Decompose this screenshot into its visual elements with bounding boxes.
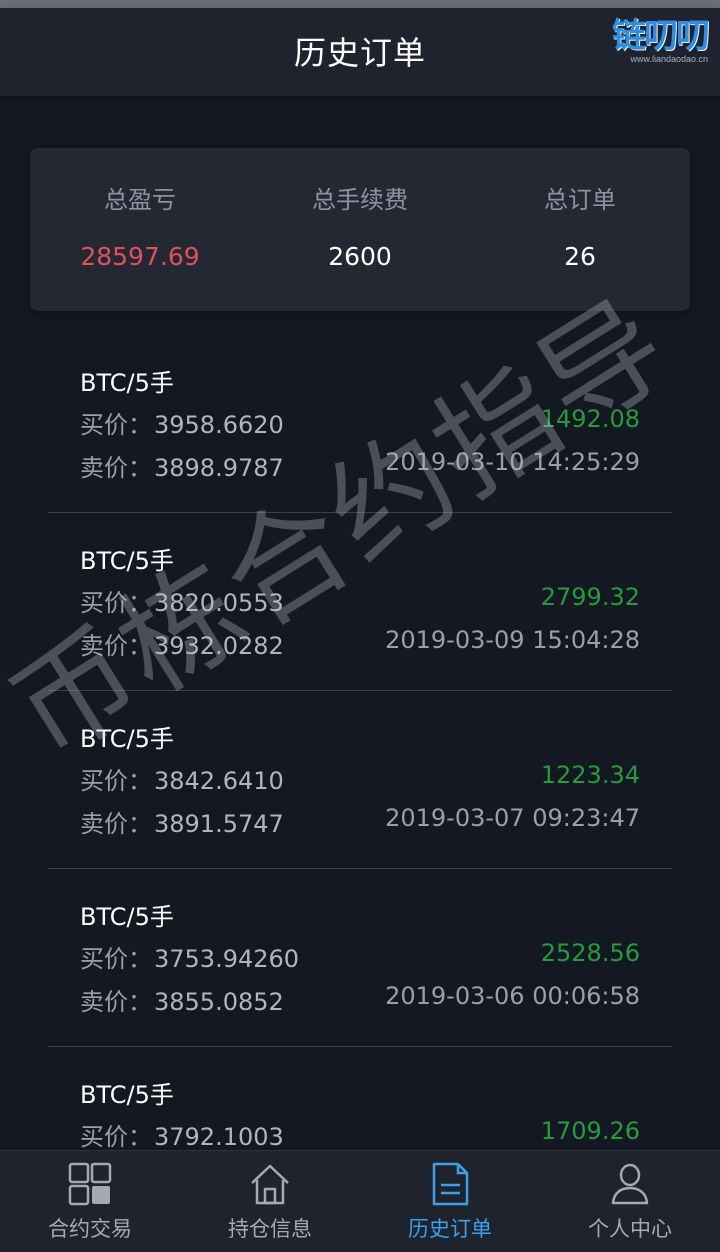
order-time: 2019-03-06 00:06:58 <box>385 982 640 1010</box>
order-buy-price: 买价：3792.1003 <box>80 1123 284 1151</box>
document-icon <box>432 1162 469 1206</box>
total-pnl-value: 28597.69 <box>80 242 200 271</box>
order-buy-price: 买价：3842.6410 <box>80 767 284 795</box>
app-header: 历史订单 链叨叨 www.liandaodao.cn <box>0 8 720 96</box>
order-time: 2019-03-10 14:25:29 <box>385 448 640 476</box>
order-buy-price: 买价：3958.6620 <box>80 411 284 439</box>
order-time: 2019-03-09 15:04:28 <box>385 626 640 654</box>
tab-profile[interactable]: 个人中心 <box>540 1151 720 1252</box>
total-pnl-label: 总盈亏 <box>104 186 176 214</box>
tab-contract-trade[interactable]: 合约交易 <box>0 1151 180 1252</box>
tab-label: 持仓信息 <box>228 1217 312 1241</box>
order-item[interactable]: BTC/5手 买价：3842.6410 卖价：3891.5747 1223.34… <box>48 691 672 869</box>
tab-positions[interactable]: 持仓信息 <box>180 1151 360 1252</box>
order-item[interactable]: BTC/5手 买价：3820.0553 卖价：3932.0282 2799.32… <box>48 513 672 691</box>
tab-label: 合约交易 <box>48 1217 132 1241</box>
order-sell-price: 卖价：3855.0852 <box>80 988 284 1016</box>
grid-icon <box>68 1162 112 1206</box>
status-strip <box>0 0 720 8</box>
order-pair: BTC/5手 <box>80 725 174 753</box>
order-list: BTC/5手 买价：3958.6620 卖价：3898.9787 1492.08… <box>48 335 672 1224</box>
order-buy-price: 买价：3753.94260 <box>80 945 300 973</box>
summary-card: 总盈亏 28597.69 总手续费 2600 总订单 26 <box>30 148 690 311</box>
person-icon <box>611 1163 649 1205</box>
order-sell-price: 卖价：3891.5747 <box>80 810 284 838</box>
order-pair: BTC/5手 <box>80 903 174 931</box>
total-fee-label: 总手续费 <box>312 186 408 214</box>
order-pnl: 2799.32 <box>540 583 640 611</box>
total-orders-label: 总订单 <box>544 186 616 214</box>
order-pair: BTC/5手 <box>80 369 174 397</box>
tab-label: 历史订单 <box>408 1217 492 1241</box>
brand-logo-url: www.liandaodao.cn <box>630 54 708 64</box>
total-orders-value: 26 <box>564 242 596 271</box>
total-fee-value: 2600 <box>328 242 392 271</box>
order-sell-price: 卖价：3898.9787 <box>80 454 284 482</box>
order-pair: BTC/5手 <box>80 1081 174 1109</box>
home-icon <box>251 1164 289 1205</box>
order-pnl: 2528.56 <box>540 939 640 967</box>
order-pnl: 1709.26 <box>540 1117 640 1145</box>
order-pair: BTC/5手 <box>80 547 174 575</box>
order-item[interactable]: BTC/5手 买价：3958.6620 卖价：3898.9787 1492.08… <box>48 335 672 513</box>
order-time: 2019-03-07 09:23:47 <box>385 804 640 832</box>
tab-history-orders[interactable]: 历史订单 <box>360 1151 540 1252</box>
order-buy-price: 买价：3820.0553 <box>80 589 284 617</box>
order-pnl: 1492.08 <box>540 405 640 433</box>
brand-logo-text: 链叨叨 <box>612 16 710 56</box>
order-sell-price: 卖价：3932.0282 <box>80 632 284 660</box>
order-pnl: 1223.34 <box>540 761 640 789</box>
brand-logo: 链叨叨 www.liandaodao.cn <box>568 16 710 68</box>
tab-label: 个人中心 <box>588 1217 672 1241</box>
bottom-tab-bar: 合约交易 持仓信息 历史订单 个人中心 <box>0 1150 720 1252</box>
order-item[interactable]: BTC/5手 买价：3753.94260 卖价：3855.0852 2528.5… <box>48 869 672 1047</box>
